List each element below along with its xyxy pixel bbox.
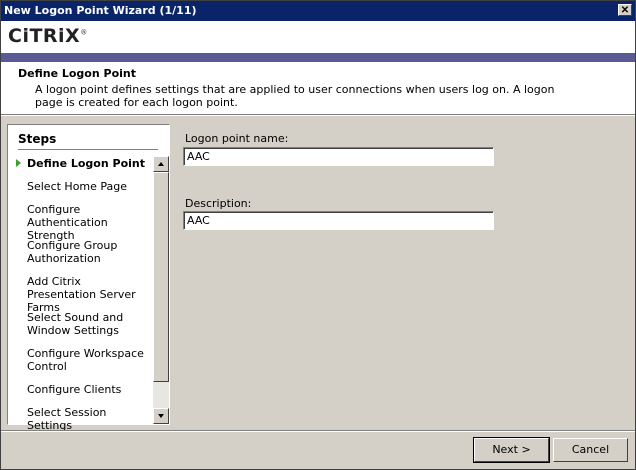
step-add-presentation-server-farms: Add Citrix Presentation Server Farms (27, 275, 136, 314)
step-configure-workspace-control: Configure Workspace Control (27, 347, 144, 373)
step-configure-authentication-strength: Configure Authentication Strength (27, 203, 108, 242)
logon-point-name-input[interactable]: AAC (183, 147, 494, 166)
scroll-up-icon (158, 162, 164, 166)
description-input[interactable]: AAC (183, 211, 494, 230)
cancel-button[interactable]: Cancel (553, 438, 628, 462)
logo-text: CiTRiX (8, 25, 81, 47)
description-label: Description: (185, 197, 252, 210)
scroll-up-button[interactable] (153, 156, 169, 172)
steps-heading: Steps (18, 132, 57, 146)
scroll-down-button[interactable] (153, 408, 169, 424)
page-description: A logon point defines settings that are … (35, 83, 555, 109)
step-sound-window-settings: Select Sound and Window Settings (27, 311, 124, 337)
title-bar[interactable]: New Logon Point Wizard (1/11) ✕ (1, 1, 635, 21)
wizard-header: CiTRiX® Define Logon Point A logon point… (1, 21, 635, 114)
next-button[interactable]: Next > (473, 437, 550, 463)
current-step-arrow-icon (16, 159, 21, 167)
step-select-session-settings: Select Session Settings (27, 406, 107, 432)
step-define-logon-point: Define Logon Point (27, 157, 146, 170)
header-divider (1, 114, 635, 116)
close-icon[interactable]: ✕ (618, 4, 632, 16)
wizard-window: New Logon Point Wizard (1/11) ✕ CiTRiX® … (0, 0, 636, 470)
citrix-logo: CiTRiX® (8, 25, 88, 47)
window-title: New Logon Point Wizard (1/11) (4, 4, 197, 17)
step-configure-group-authorization: Configure Group Authorization (27, 239, 118, 265)
logo-registered-mark: ® (80, 28, 88, 37)
accent-bar (1, 53, 635, 62)
step-configure-clients: Configure Clients (27, 383, 122, 396)
scroll-thumb[interactable] (153, 172, 169, 382)
footer-divider (1, 430, 635, 432)
steps-scrollbar[interactable] (153, 156, 169, 424)
logon-point-name-label: Logon point name: (185, 132, 289, 145)
steps-panel: Steps Define Logon Point Select Home Pag… (7, 124, 170, 432)
scroll-down-icon (158, 414, 164, 418)
step-select-home-page: Select Home Page (27, 180, 128, 193)
steps-divider (18, 149, 158, 150)
page-title: Define Logon Point (18, 67, 137, 80)
